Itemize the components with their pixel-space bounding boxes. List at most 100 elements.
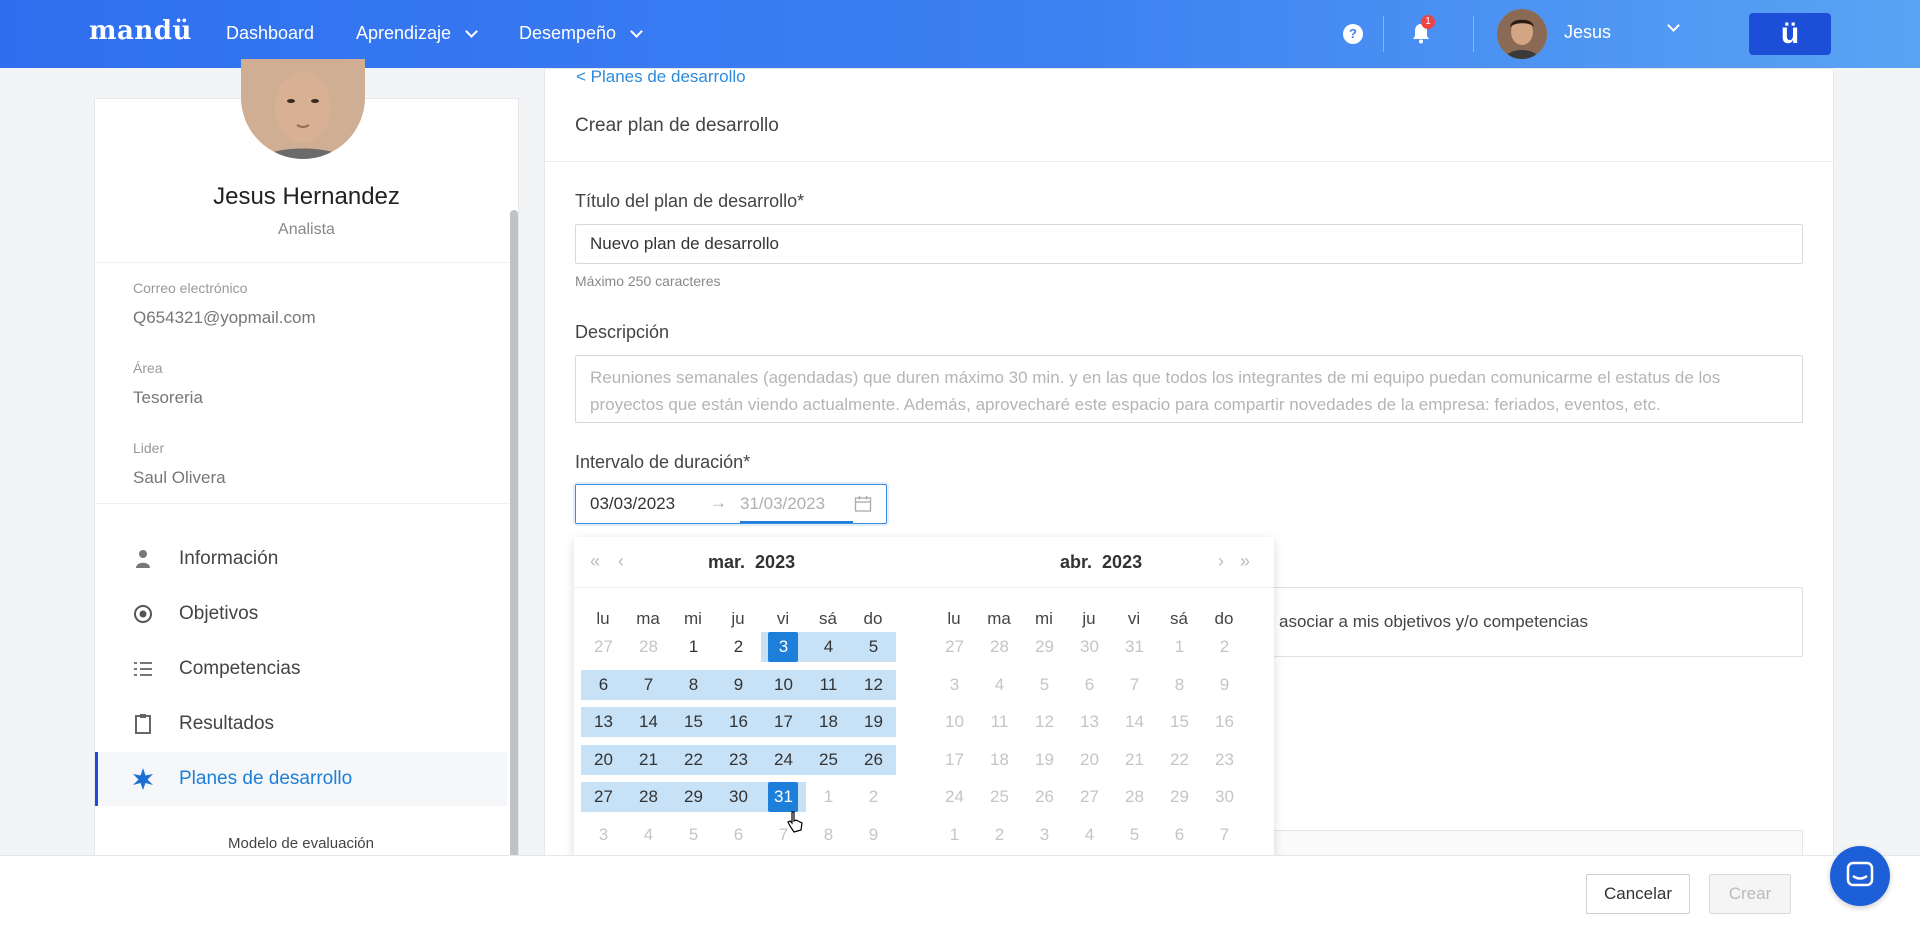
chevron-down-icon[interactable] <box>1667 19 1680 32</box>
calendar-day[interactable]: 23 <box>1202 745 1247 775</box>
menu-item-resultados[interactable]: Resultados <box>95 697 507 751</box>
calendar-day[interactable]: 27 <box>932 632 977 662</box>
date-range-input[interactable]: 03/03/2023 → 31/03/2023 <box>575 484 887 524</box>
nav-dashboard[interactable]: Dashboard <box>226 23 314 44</box>
calendar-day[interactable]: 9 <box>716 669 761 700</box>
calendar-day[interactable]: 13 <box>581 707 626 738</box>
calendar-day[interactable]: 6 <box>716 820 761 850</box>
calendar-day[interactable]: 30 <box>1202 782 1247 812</box>
calendar-day[interactable]: 5 <box>851 632 896 662</box>
back-link-planes[interactable]: < Planes de desarrollo <box>576 67 746 87</box>
range-end-input[interactable]: 31/03/2023 <box>740 494 825 514</box>
calendar-day[interactable]: 7 <box>1202 820 1247 850</box>
calendar-day[interactable]: 2 <box>851 782 896 812</box>
calendar-day[interactable]: 10 <box>932 707 977 737</box>
calendar-day[interactable]: 19 <box>1022 745 1067 775</box>
calendar-day[interactable]: 8 <box>1157 670 1202 700</box>
plan-title-input[interactable]: Nuevo plan de desarrollo <box>575 224 1803 264</box>
calendar-day[interactable]: 14 <box>1112 707 1157 737</box>
calendar-day[interactable]: 30 <box>1067 632 1112 662</box>
menu-item-objetivos[interactable]: Objetivos <box>95 587 507 641</box>
calendar-day[interactable]: 25 <box>806 744 851 775</box>
question-circle-icon[interactable]: ? <box>1343 24 1363 44</box>
calendar-day[interactable]: 24 <box>932 782 977 812</box>
calendar-day[interactable]: 7 <box>1112 670 1157 700</box>
next-year-icon[interactable]: » <box>1240 551 1250 572</box>
calendar-day[interactable]: 28 <box>626 782 671 813</box>
calendar-day[interactable]: 17 <box>932 745 977 775</box>
calendar-day[interactable]: 14 <box>626 707 671 738</box>
calendar-day[interactable]: 13 <box>1067 707 1112 737</box>
calendar-day[interactable]: 2 <box>1202 632 1247 662</box>
calendar-day[interactable]: 16 <box>716 707 761 738</box>
calendar-day[interactable]: 31 <box>761 782 806 813</box>
description-textarea[interactable]: Reuniones semanales (agendadas) que dure… <box>575 355 1803 423</box>
mandu-logo[interactable]: mandü <box>89 16 192 46</box>
calendar-day[interactable]: 27 <box>581 782 626 813</box>
calendar-day[interactable]: 21 <box>1112 745 1157 775</box>
right-month[interactable]: abr. <box>1060 552 1092 572</box>
calendar-day[interactable]: 30 <box>716 782 761 813</box>
calendar-day[interactable]: 5 <box>1112 820 1157 850</box>
calendar-day[interactable]: 15 <box>1157 707 1202 737</box>
calendar-day[interactable]: 11 <box>977 707 1022 737</box>
calendar-day[interactable]: 5 <box>671 820 716 850</box>
calendar-day[interactable]: 1 <box>1157 632 1202 662</box>
calendar-day[interactable]: 4 <box>626 820 671 850</box>
right-year[interactable]: 2023 <box>1102 552 1142 572</box>
calendar-day[interactable]: 15 <box>671 707 716 738</box>
nav-desempeno[interactable]: Desempeño <box>519 23 643 44</box>
calendar-day[interactable]: 23 <box>716 744 761 775</box>
calendar-day[interactable]: 4 <box>977 670 1022 700</box>
calendar-day[interactable]: 9 <box>851 820 896 850</box>
calendar-day[interactable]: 22 <box>671 744 716 775</box>
calendar-day[interactable]: 18 <box>977 745 1022 775</box>
calendar-day[interactable]: 6 <box>1157 820 1202 850</box>
calendar-day[interactable]: 17 <box>761 707 806 738</box>
brand-button[interactable]: ü <box>1749 13 1831 55</box>
range-start-input[interactable]: 03/03/2023 <box>590 494 675 514</box>
calendar-day[interactable]: 8 <box>671 669 716 700</box>
calendar-day[interactable]: 25 <box>977 782 1022 812</box>
calendar-day[interactable]: 7 <box>626 669 671 700</box>
menu-item-competencias[interactable]: Competencias <box>95 642 507 696</box>
calendar-day[interactable]: 18 <box>806 707 851 738</box>
calendar-day[interactable]: 3 <box>932 670 977 700</box>
calendar-day[interactable]: 24 <box>761 744 806 775</box>
calendar-day[interactable]: 27 <box>1067 782 1112 812</box>
calendar-day[interactable]: 3 <box>1022 820 1067 850</box>
calendar-day[interactable]: 26 <box>1022 782 1067 812</box>
avatar[interactable] <box>1497 9 1547 59</box>
chat-launcher-button[interactable] <box>1830 846 1890 906</box>
create-button[interactable]: Crear <box>1709 874 1791 914</box>
calendar-day[interactable]: 1 <box>671 632 716 662</box>
calendar-day[interactable]: 20 <box>1067 745 1112 775</box>
calendar-day[interactable]: 4 <box>1067 820 1112 850</box>
calendar-day[interactable]: 3 <box>761 632 806 662</box>
calendar-icon[interactable] <box>854 495 872 513</box>
next-month-icon[interactable]: › <box>1218 551 1224 572</box>
calendar-day[interactable]: 28 <box>1112 782 1157 812</box>
calendar-day[interactable]: 1 <box>806 782 851 812</box>
user-name[interactable]: Jesus <box>1564 22 1611 43</box>
calendar-day[interactable]: 16 <box>1202 707 1247 737</box>
calendar-day[interactable]: 29 <box>671 782 716 813</box>
calendar-day[interactable]: 6 <box>581 669 626 700</box>
menu-item-informacion[interactable]: Información <box>95 532 507 586</box>
calendar-day[interactable]: 31 <box>1112 632 1157 662</box>
left-month[interactable]: mar. <box>708 552 745 572</box>
menu-item-planes-de-desarrollo[interactable]: Planes de desarrollo <box>95 752 507 806</box>
prev-year-icon[interactable]: « <box>590 551 600 572</box>
calendar-day[interactable]: 12 <box>851 669 896 700</box>
calendar-day[interactable]: 21 <box>626 744 671 775</box>
right-month-label[interactable]: abr. 2023 <box>1060 552 1142 573</box>
nav-aprendizaje[interactable]: Aprendizaje <box>356 23 478 44</box>
calendar-day[interactable]: 22 <box>1157 745 1202 775</box>
calendar-day[interactable]: 28 <box>626 632 671 662</box>
calendar-day[interactable]: 4 <box>806 632 851 662</box>
calendar-day[interactable]: 29 <box>1157 782 1202 812</box>
calendar-day[interactable]: 20 <box>581 744 626 775</box>
calendar-day[interactable]: 8 <box>806 820 851 850</box>
calendar-day[interactable]: 1 <box>932 820 977 850</box>
calendar-day[interactable]: 6 <box>1067 670 1112 700</box>
